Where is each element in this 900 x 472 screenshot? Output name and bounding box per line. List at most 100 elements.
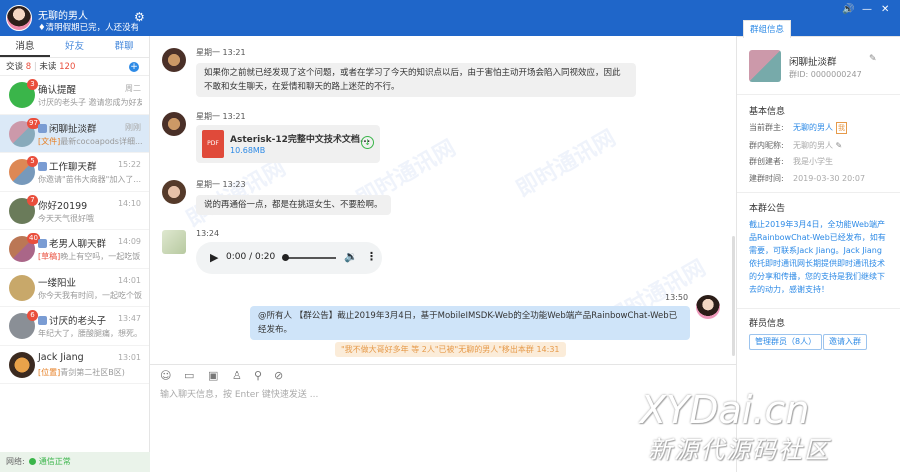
- audio-scrubber[interactable]: [282, 254, 289, 261]
- my-message-avatar[interactable]: [696, 295, 720, 319]
- group-name: 闲聊扯淡群: [789, 57, 837, 68]
- conversation-item[interactable]: 一缕阳业 14:01 你今天我有时间，一起吃个饭吧: [0, 269, 149, 307]
- conversation-item[interactable]: 97 闲聊扯淡群 刚刚 [文件]最新cocoapods详细...: [0, 114, 149, 153]
- conversation-time: 刚刚: [125, 122, 141, 132]
- message-bubble[interactable]: 如果你之前就已经发现了这个问题，或者在学习了今天的知识点以后，由于害怕主动开场会…: [196, 63, 636, 97]
- conversation-time: 13:01: [117, 352, 141, 362]
- add-icon[interactable]: +: [129, 62, 139, 72]
- conversation-item[interactable]: Jack Jiang 13:01 [位置]青剑第二社区B区): [0, 346, 149, 384]
- tab-messages[interactable]: 消息: [0, 36, 50, 57]
- conversation-item[interactable]: 6 讨厌的老头子 13:47 年纪大了，腰酸腿痛，想死。: [0, 307, 149, 346]
- site-watermark-subtitle: 新源代源码社区: [648, 436, 830, 464]
- user-avatar: [9, 274, 35, 301]
- network-label: 网络:: [6, 457, 25, 466]
- my-name: 无聊的男人: [38, 11, 88, 22]
- conversation-time: 14:01: [117, 275, 141, 285]
- left-tabs: 消息 好友 群聊: [0, 36, 149, 58]
- unread-badge: 7: [27, 194, 38, 206]
- unread-label: 未读: [39, 62, 57, 72]
- close-icon[interactable]: ✕: [881, 4, 889, 15]
- group-icon: [38, 239, 47, 248]
- unread-badge: 6: [27, 310, 38, 321]
- emoji-icon[interactable]: ☺: [160, 369, 171, 382]
- conversation-preview: [位置]青剑第二社区B区): [38, 367, 125, 377]
- message-meta: 星期一 13:23: [196, 180, 246, 189]
- conversation-time: 13:47: [117, 314, 141, 323]
- group-notice: 截止2019年3月4日，全功能Web端产品RainbowChat-Web已经发布…: [749, 220, 886, 294]
- file-size: 10.68MB: [230, 146, 266, 155]
- conversation-time: 14:10: [117, 198, 141, 208]
- basic-info-title: 基本信息: [749, 107, 786, 117]
- conversation-preview: [文件]最新cocoapods详细...: [38, 136, 142, 146]
- audio-player[interactable]: ▶ 0:00 / 0:20 🔉 ⋮: [196, 242, 382, 274]
- group-icon: [38, 316, 47, 325]
- network-value: 通信正常: [38, 457, 71, 466]
- audio-progress[interactable]: [284, 257, 336, 259]
- group-icon: [38, 162, 47, 171]
- location-icon[interactable]: ⚲: [254, 369, 262, 382]
- sender-avatar[interactable]: [162, 48, 186, 72]
- creator-row: 群创建者: 我是小学生: [749, 157, 833, 166]
- edit-icon[interactable]: ✎: [836, 141, 843, 150]
- manage-members-button[interactable]: 管理群员（8人）: [749, 334, 823, 350]
- unread-badge: 5: [27, 156, 38, 167]
- conversation-preview: 你今天我有时间，一起吃个饭吧: [38, 290, 142, 300]
- tab-groups[interactable]: 群聊: [99, 36, 149, 57]
- gear-icon[interactable]: ⚙: [134, 10, 145, 24]
- conversation-preview: 年纪大了，腰酸腿痛，想死。: [38, 329, 142, 338]
- tab-group-info[interactable]: 群组信息: [743, 20, 792, 38]
- conversation-preview: 你邀请"苗伟大商器"加入了...: [38, 175, 141, 184]
- conversation-title: 老男人聊天群: [38, 236, 106, 250]
- notice-title: 本群公告: [749, 204, 786, 214]
- conversation-item[interactable]: 5 工作聊天群 15:22 你邀请"苗伟大商器"加入了...: [0, 153, 149, 192]
- my-signature[interactable]: ♦清明假期已完，人还没有...: [38, 21, 138, 33]
- created-row: 建群时间: 2019-03-30 20:07: [749, 174, 866, 183]
- tab-friends[interactable]: 好友: [50, 36, 100, 57]
- unread-badge: 3: [27, 79, 38, 90]
- play-icon[interactable]: ▶: [210, 251, 218, 264]
- my-message-bubble[interactable]: @所有人 【群公告】截止2019年3月4日，基于MobileIMSDK-Web的…: [250, 306, 690, 340]
- contact-icon[interactable]: ♙: [232, 369, 242, 382]
- message-input[interactable]: 输入聊天信息，按 Enter 键快速发送 ...: [160, 387, 318, 400]
- group-id: 群ID: 0000000247: [789, 70, 862, 79]
- message-meta: 13:50: [665, 293, 689, 302]
- user-avatar: [9, 351, 35, 378]
- invite-button[interactable]: 邀请入群: [823, 334, 867, 350]
- conversation-time: 周二: [125, 84, 141, 93]
- message-meta: 13:24: [196, 229, 220, 238]
- audio-time: 0:00 / 0:20: [226, 252, 276, 262]
- folder-icon[interactable]: ▭: [184, 369, 194, 382]
- file-message[interactable]: PDF Asterisk-12完整中文技术文档... 10.68MB ↓: [196, 125, 380, 163]
- background-watermark: 即时通讯网: [512, 125, 621, 203]
- conversation-item[interactable]: 3 确认提醒 周二 讨厌的老头子 邀请您成为好友: [0, 76, 149, 115]
- file-name: Asterisk-12完整中文技术文档...: [230, 135, 371, 145]
- download-icon[interactable]: ↓: [361, 136, 374, 149]
- message-bubble[interactable]: 说的再通俗一点，都是在挑逗女生、不要脸啊。: [196, 195, 391, 215]
- unread-count: 120: [59, 62, 76, 72]
- message-meta: 星期一 13:21: [196, 112, 246, 121]
- sender-avatar[interactable]: [162, 112, 186, 136]
- conversation-item[interactable]: 40 老男人聊天群 14:09 [草稿]晚上有空吗，一起吃饭: [0, 230, 149, 269]
- sender-avatar[interactable]: [162, 230, 186, 254]
- volume-icon[interactable]: 🔉: [344, 250, 358, 263]
- message-meta: 星期一 13:21: [196, 48, 246, 57]
- minimize-icon[interactable]: —: [862, 4, 872, 15]
- image-icon[interactable]: ▣: [208, 369, 218, 382]
- group-avatar: [749, 50, 781, 82]
- more-icon[interactable]: ⋮: [366, 250, 377, 263]
- conversation-counts: 交谈 8 | 未读 120 +: [0, 58, 149, 76]
- edit-icon[interactable]: ✎: [869, 54, 877, 64]
- chat-scrollbar[interactable]: [732, 236, 735, 356]
- members-title: 群员信息: [749, 319, 786, 329]
- recall-icon[interactable]: ⊘: [274, 369, 283, 382]
- conversation-title: 一缕阳业: [38, 277, 77, 289]
- conversation-time: 14:09: [117, 237, 141, 246]
- system-notice: "我不做大哥好多年 等 2人"已被"无聊的男人"移出本群 14:31: [335, 342, 566, 357]
- network-status: 网络: 通信正常: [0, 452, 150, 472]
- my-avatar[interactable]: [6, 5, 32, 31]
- sound-icon[interactable]: 🔊: [842, 4, 854, 15]
- sender-avatar[interactable]: [162, 180, 186, 204]
- group-icon: [38, 123, 47, 133]
- conversation-title: 确认提醒: [38, 85, 77, 96]
- conversation-item[interactable]: 7 你好20199 14:10 今天天气很好哦: [0, 192, 149, 230]
